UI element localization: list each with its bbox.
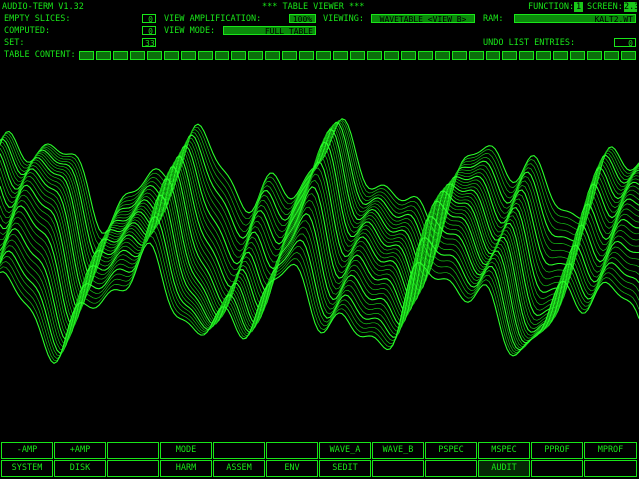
table-slice[interactable]	[400, 51, 416, 60]
wave-slice-line	[0, 120, 639, 252]
table-slice[interactable]	[146, 51, 162, 60]
table-slice[interactable]	[621, 51, 636, 60]
row2-empty-7[interactable]	[372, 460, 424, 477]
disk-button[interactable]: DISK	[54, 460, 106, 477]
row1-empty-4[interactable]	[213, 442, 265, 459]
wave-a-button[interactable]: WAVE_A	[319, 442, 371, 459]
table-slice[interactable]	[265, 51, 281, 60]
table-content-label: TABLE CONTENT:	[4, 50, 76, 60]
table-slice[interactable]	[282, 51, 298, 60]
ram-label: RAM:	[483, 14, 504, 24]
table-slice[interactable]	[112, 51, 128, 60]
harm-button[interactable]: HARM	[160, 460, 212, 477]
wave-slice-line	[0, 167, 639, 321]
function-value[interactable]: 1	[574, 2, 583, 12]
table-slice[interactable]	[366, 51, 382, 60]
computed-label: COMPUTED:	[4, 26, 51, 36]
computed-value: 0	[142, 26, 156, 35]
ram-value[interactable]: KALT2.WT	[514, 14, 636, 23]
row1-empty-5[interactable]	[266, 442, 318, 459]
wave-slice-line	[0, 156, 639, 311]
assem-button[interactable]: ASSEM	[213, 460, 265, 477]
table-slice[interactable]	[350, 51, 365, 60]
mprof-button[interactable]: MPROF	[584, 442, 637, 459]
table-slice[interactable]	[570, 51, 586, 60]
table-slice[interactable]	[180, 51, 196, 60]
set-label: SET:	[4, 38, 25, 48]
row2-empty-2[interactable]	[107, 460, 159, 477]
env-button[interactable]: ENV	[266, 460, 318, 477]
table-slice[interactable]	[79, 51, 94, 60]
mspec-button[interactable]: MSPEC	[478, 442, 530, 459]
row2-empty-8[interactable]	[425, 460, 477, 477]
set-value: 33	[142, 38, 156, 47]
empty-slices-value: 0	[142, 14, 156, 23]
pprof-button[interactable]: PPROF	[531, 442, 583, 459]
empty-slices-label: EMPTY SLICES:	[4, 14, 71, 24]
table-slice[interactable]	[485, 51, 501, 60]
table-slice[interactable]	[468, 51, 484, 60]
table-slice[interactable]	[316, 51, 332, 60]
mode-button[interactable]: MODE	[160, 442, 212, 459]
table-content-bar	[79, 51, 636, 60]
viewing-label: VIEWING:	[323, 14, 364, 24]
undo-list-value: 0	[614, 38, 636, 47]
undo-list-label: UNDO LIST ENTRIES:	[483, 38, 576, 48]
table-slice[interactable]	[587, 51, 603, 60]
table-slice[interactable]	[163, 51, 179, 60]
screen-label: SCREEN:	[587, 2, 623, 12]
table-slice[interactable]	[553, 51, 569, 60]
row1-empty-2[interactable]	[107, 442, 159, 459]
view-mode-label: VIEW MODE:	[164, 26, 216, 36]
wave-slice-line	[0, 222, 639, 356]
system-button[interactable]: SYSTEM	[1, 460, 53, 477]
table-slice[interactable]	[604, 51, 619, 60]
table-slice[interactable]	[231, 51, 247, 60]
page-title: *** TABLE VIEWER ***	[262, 2, 365, 12]
table-slice[interactable]	[214, 51, 230, 60]
table-slice[interactable]	[299, 51, 315, 60]
wave-slice-line	[0, 124, 639, 268]
amp-button[interactable]: -AMP	[1, 442, 53, 459]
row2-empty-10[interactable]	[531, 460, 583, 477]
table-slice[interactable]	[197, 51, 213, 60]
table-slice[interactable]	[502, 51, 518, 60]
table-slice[interactable]	[129, 51, 145, 60]
view-mode-value[interactable]: FULL TABLE	[223, 26, 316, 35]
audit-button[interactable]: AUDIT	[478, 460, 530, 477]
table-slice[interactable]	[451, 51, 467, 60]
table-slice[interactable]	[417, 51, 433, 60]
wave-b-button[interactable]: WAVE_B	[372, 442, 424, 459]
amp-button[interactable]: +AMP	[54, 442, 106, 459]
function-label: FUNCTION:	[528, 2, 575, 12]
view-amplification-value[interactable]: 100%	[289, 14, 316, 23]
table-slice[interactable]	[248, 51, 264, 60]
table-slice[interactable]	[536, 51, 552, 60]
table-slice[interactable]	[383, 51, 399, 60]
table-slice[interactable]	[333, 51, 348, 60]
table-slice[interactable]	[519, 51, 535, 60]
table-slice[interactable]	[434, 51, 450, 60]
view-amplification-label: VIEW AMPLIFICATION:	[164, 14, 262, 24]
screen-value[interactable]: 2.3	[624, 2, 639, 12]
pspec-button[interactable]: PSPEC	[425, 442, 477, 459]
table-slice[interactable]	[95, 51, 111, 60]
row2-empty-11[interactable]	[584, 460, 637, 477]
viewing-value[interactable]: WAVETABLE <VIEW B>	[371, 14, 475, 23]
wavetable-display[interactable]	[0, 62, 639, 438]
app-title: AUDIO-TERM V1.32	[2, 2, 84, 12]
sedit-button[interactable]: SEDIT	[319, 460, 371, 477]
